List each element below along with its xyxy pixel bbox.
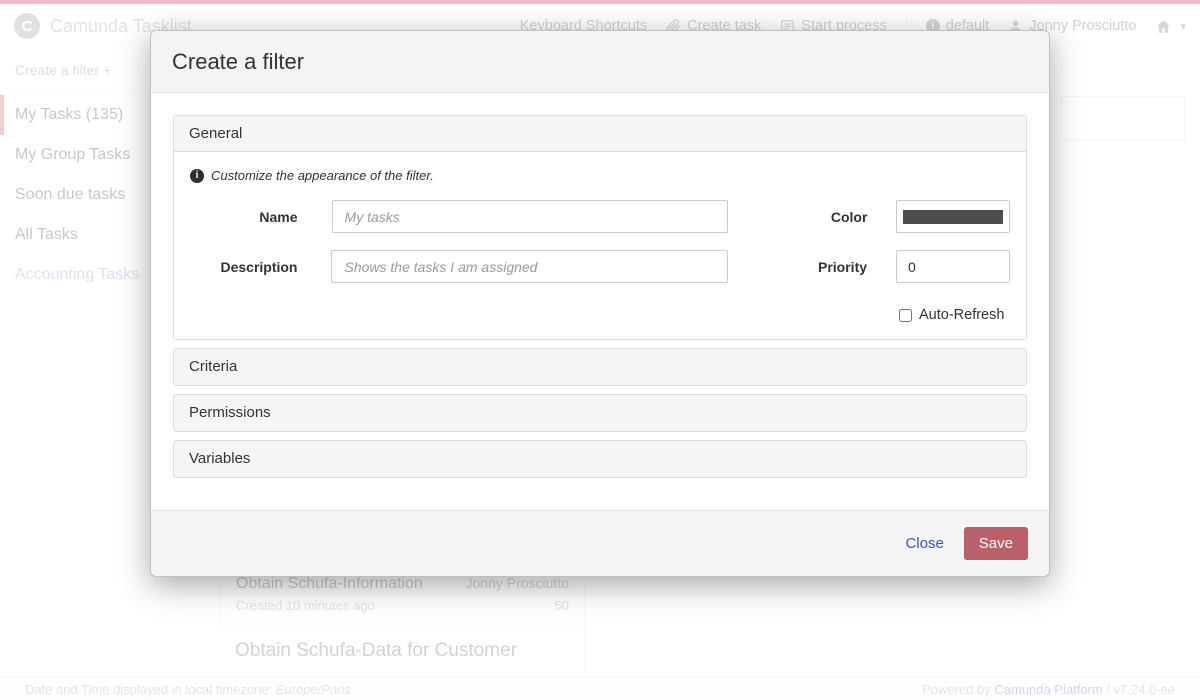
general-hint: i Customize the appearance of the filter… [190,168,1010,183]
description-input[interactable] [331,250,727,283]
general-section-body: i Customize the appearance of the filter… [174,152,1026,339]
save-button[interactable]: Save [964,527,1028,560]
color-label: Color [728,209,867,225]
color-swatch [903,210,1003,224]
variables-section-header[interactable]: Variables [174,441,1026,477]
modal-title: Create a filter [172,49,304,75]
color-input[interactable] [896,200,1010,233]
description-label: Description [190,259,297,275]
general-panel: General i Customize the appearance of th… [173,115,1027,340]
criteria-panel: Criteria [173,348,1027,386]
name-label: Name [190,209,298,225]
name-input[interactable] [332,200,728,233]
create-filter-modal: Create a filter General i Customize the … [150,30,1050,577]
hint-text: Customize the appearance of the filter. [211,168,434,183]
criteria-section-header[interactable]: Criteria [174,349,1026,385]
variables-panel: Variables [173,440,1027,478]
modal-header: Create a filter [151,31,1049,93]
modal-body: General i Customize the appearance of th… [151,93,1049,510]
permissions-panel: Permissions [173,394,1027,432]
auto-refresh-label: Auto-Refresh [919,307,1004,323]
info-icon: i [190,169,204,183]
general-section-header[interactable]: General [174,116,1026,152]
app-screen: C Camunda Tasklist Keyboard Shortcuts Cr… [0,0,1200,700]
permissions-section-header[interactable]: Permissions [174,395,1026,431]
priority-input[interactable] [896,250,1010,283]
priority-label: Priority [728,259,867,275]
auto-refresh-checkbox[interactable] [899,309,912,322]
auto-refresh-row: Auto-Refresh [899,307,1010,323]
modal-footer: Close Save [151,510,1049,576]
close-button[interactable]: Close [905,535,943,552]
